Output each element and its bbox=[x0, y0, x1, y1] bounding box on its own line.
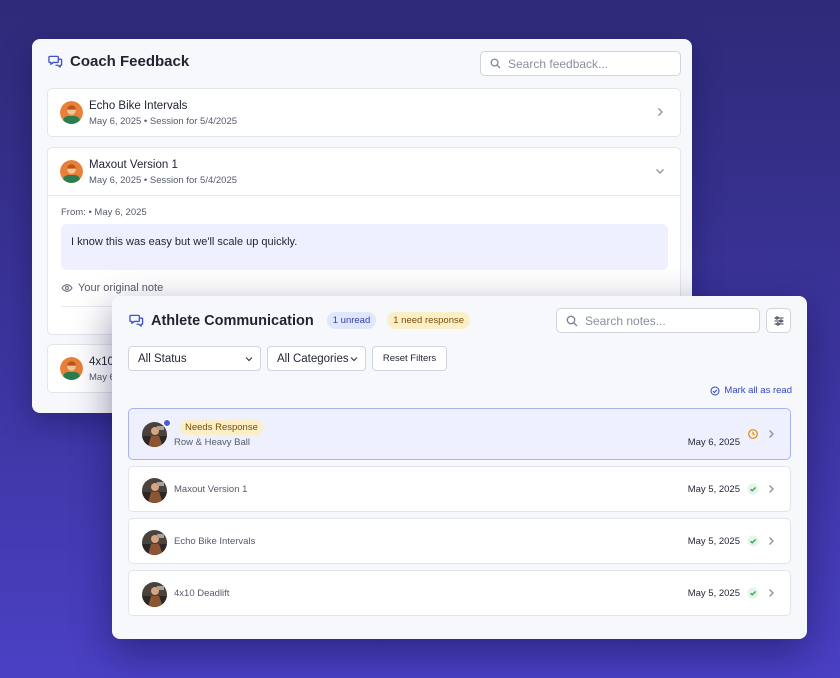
coach-feedback-title: Coach Feedback bbox=[70, 53, 190, 70]
search-icon bbox=[566, 315, 578, 327]
note-row[interactable]: Maxout Version 1 May 5, 2025 bbox=[128, 466, 791, 512]
athlete-avatar bbox=[142, 582, 167, 607]
status-filter-select[interactable]: All Status bbox=[128, 346, 261, 371]
feedback-item-subtitle: May 6, 2025 • Session for 5/4/2025 bbox=[89, 116, 238, 127]
category-filter-select[interactable]: All Categories bbox=[267, 346, 366, 371]
check-icon bbox=[747, 483, 759, 495]
feedback-from: From: • May 6, 2025 bbox=[61, 207, 147, 218]
category-filter-value: All Categories bbox=[277, 352, 349, 365]
pending-clock-icon bbox=[747, 428, 759, 440]
feedback-message: I know this was easy but we'll scale up … bbox=[61, 224, 668, 270]
coach-avatar bbox=[60, 160, 83, 183]
feedback-item-title: Maxout Version 1 bbox=[89, 159, 178, 171]
feedback-search-placeholder: Search feedback... bbox=[508, 56, 609, 71]
need-response-badge: 1 need response bbox=[387, 312, 471, 329]
note-title: 4x10 Deadlift bbox=[174, 588, 230, 599]
status-filter-value: All Status bbox=[138, 352, 187, 365]
mark-all-read-button[interactable]: Mark all as read bbox=[710, 385, 792, 396]
unread-count-badge: 1 unread bbox=[326, 312, 377, 329]
note-date: May 5, 2025 bbox=[687, 536, 740, 547]
sliders-icon bbox=[773, 315, 785, 327]
original-note-label: Your original note bbox=[78, 282, 164, 294]
feedback-item-title: Echo Bike Intervals bbox=[89, 100, 188, 112]
needs-response-badge: Needs Response bbox=[180, 420, 263, 435]
coach-avatar bbox=[60, 101, 83, 124]
note-title: Echo Bike Intervals bbox=[174, 536, 256, 547]
coach-feedback-header: Coach Feedback bbox=[48, 53, 189, 70]
feedback-item-title: 4x10 bbox=[89, 356, 114, 368]
feedback-item-subtitle: May 6 bbox=[89, 372, 115, 383]
chevron-right-icon bbox=[765, 535, 777, 547]
note-row[interactable]: 4x10 Deadlift May 5, 2025 bbox=[128, 570, 791, 616]
athlete-communication-panel: Athlete Communication 1 unread 1 need re… bbox=[112, 296, 807, 639]
check-icon bbox=[747, 535, 759, 547]
notes-search-placeholder: Search notes... bbox=[585, 313, 666, 328]
athlete-communication-title: Athlete Communication bbox=[151, 312, 314, 329]
coach-avatar bbox=[60, 357, 83, 380]
check-icon bbox=[747, 587, 759, 599]
feedback-search-input[interactable]: Search feedback... bbox=[480, 51, 681, 76]
feedback-item-header[interactable]: Maxout Version 1 May 6, 2025 • Session f… bbox=[48, 148, 680, 195]
note-date: May 5, 2025 bbox=[687, 588, 740, 599]
chat-bubbles-icon bbox=[48, 54, 63, 69]
check-circle-icon bbox=[710, 386, 720, 396]
search-icon bbox=[490, 58, 501, 69]
unread-indicator bbox=[163, 419, 171, 427]
chevron-right-icon[interactable] bbox=[654, 106, 666, 118]
chevron-down-icon[interactable] bbox=[654, 165, 666, 177]
feedback-item[interactable]: Echo Bike Intervals May 6, 2025 • Sessio… bbox=[47, 88, 681, 137]
eye-icon bbox=[61, 282, 73, 294]
filter-settings-button[interactable] bbox=[766, 308, 791, 333]
feedback-item-subtitle: May 6, 2025 • Session for 5/4/2025 bbox=[89, 175, 238, 186]
chat-bubbles-icon bbox=[129, 313, 144, 328]
chevron-right-icon bbox=[765, 587, 777, 599]
athlete-communication-header: Athlete Communication 1 unread 1 need re… bbox=[129, 312, 471, 329]
original-note-toggle[interactable]: Your original note bbox=[61, 282, 163, 294]
chevron-right-icon bbox=[765, 428, 777, 440]
note-row[interactable]: Echo Bike Intervals May 5, 2025 bbox=[128, 518, 791, 564]
notes-search-input[interactable]: Search notes... bbox=[556, 308, 760, 333]
note-date: May 5, 2025 bbox=[687, 484, 740, 495]
note-title: Row & Heavy Ball bbox=[174, 437, 251, 448]
chevron-down-icon bbox=[244, 354, 254, 364]
note-title: Maxout Version 1 bbox=[174, 484, 248, 495]
athlete-avatar bbox=[142, 530, 167, 555]
mark-all-read-label: Mark all as read bbox=[724, 385, 792, 396]
chevron-right-icon bbox=[765, 483, 777, 495]
note-date: May 6, 2025 bbox=[687, 437, 740, 448]
chevron-down-icon bbox=[349, 354, 359, 364]
athlete-avatar bbox=[142, 478, 167, 503]
note-row-needs-response[interactable]: Needs Response Row & Heavy Ball May 6, 2… bbox=[128, 408, 791, 460]
reset-filters-button[interactable]: Reset Filters bbox=[372, 346, 447, 371]
